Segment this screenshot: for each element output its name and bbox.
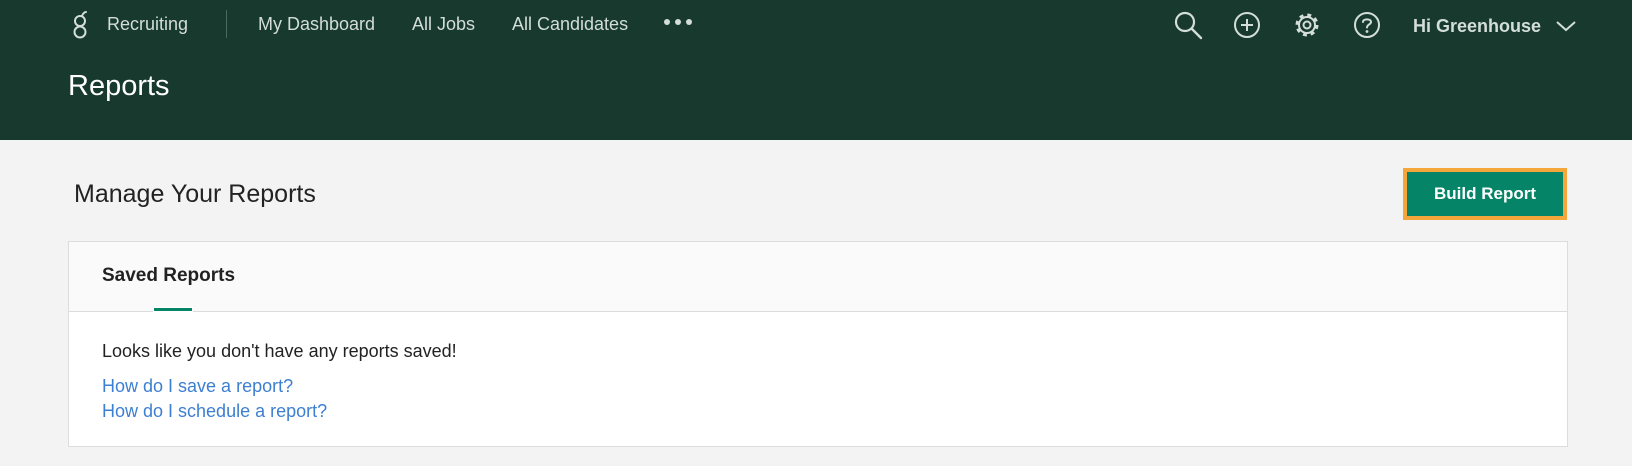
card-tab-bar: Saved Reports [69, 242, 1567, 312]
user-menu[interactable]: Hi Greenhouse [1413, 13, 1577, 39]
help-icon[interactable] [1352, 10, 1382, 40]
gear-icon[interactable] [1292, 10, 1322, 40]
more-dots-icon[interactable] [664, 10, 694, 34]
tab-saved-reports[interactable]: Saved Reports [102, 264, 235, 288]
section-title: Manage Your Reports [74, 180, 316, 208]
nav-product-recruiting[interactable]: Recruiting [107, 12, 188, 36]
help-link-schedule-report[interactable]: How do I schedule a report? [102, 399, 327, 423]
greenhouse-logo-icon[interactable] [68, 8, 92, 40]
top-navigation-bar: Recruiting My Dashboard All Jobs All Can… [0, 0, 1632, 140]
nav-item-all-candidates[interactable]: All Candidates [512, 12, 628, 36]
user-greeting: Hi Greenhouse [1413, 16, 1542, 36]
nav-item-my-dashboard[interactable]: My Dashboard [258, 12, 375, 36]
search-icon[interactable] [1173, 10, 1203, 40]
page-title: Reports [68, 70, 170, 102]
help-link-save-report[interactable]: How do I save a report? [102, 374, 293, 398]
build-report-button[interactable]: Build Report [1403, 168, 1567, 220]
nav-divider [226, 10, 227, 38]
add-circle-icon[interactable] [1232, 10, 1262, 40]
nav-item-all-jobs[interactable]: All Jobs [412, 12, 475, 36]
active-tab-indicator [153, 307, 193, 312]
saved-reports-card: Saved Reports Looks like you don't have … [68, 241, 1568, 447]
chevron-down-icon [1556, 21, 1577, 32]
empty-state-message: Looks like you don't have any reports sa… [102, 341, 457, 361]
